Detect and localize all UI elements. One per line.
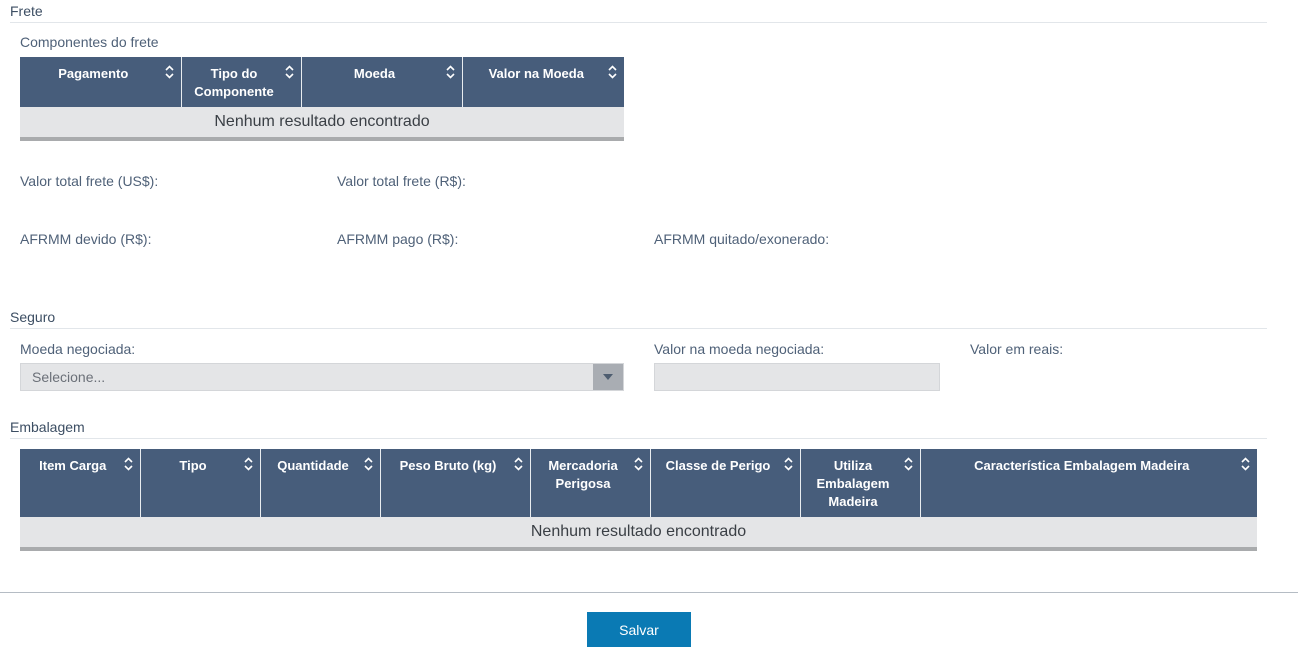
- dropdown-toggle[interactable]: [593, 364, 623, 390]
- sort-icon: [243, 457, 253, 471]
- moeda-negociada-select[interactable]: Selecione...: [20, 363, 624, 391]
- valor-moeda-negociada-input[interactable]: [654, 363, 940, 391]
- valor-total-frete-brl-label: Valor total frete (R$):: [337, 173, 466, 189]
- section-title-embalagem: Embalagem: [10, 419, 85, 435]
- column-header-valor-moeda[interactable]: Valor na Moeda: [462, 57, 624, 107]
- valor-moeda-negociada-label: Valor na moeda negociada:: [654, 341, 825, 357]
- empty-results-message: Nenhum resultado encontrado: [20, 517, 1257, 551]
- valor-total-frete-usd-label: Valor total frete (US$):: [20, 173, 159, 189]
- componentes-frete-label: Componentes do frete: [20, 34, 159, 50]
- select-placeholder: Selecione...: [32, 369, 106, 385]
- caret-down-icon: [603, 374, 613, 380]
- sort-icon: [608, 65, 617, 79]
- section-divider: [10, 22, 1267, 23]
- column-header-pagamento[interactable]: Pagamento: [20, 57, 182, 107]
- section-divider: [10, 328, 1267, 329]
- empty-results-message: Nenhum resultado encontrado: [20, 107, 624, 141]
- section-divider: [10, 438, 1267, 439]
- sort-icon: [123, 457, 133, 471]
- column-header-classe-perigo[interactable]: Classe de Perigo: [650, 449, 801, 517]
- column-header-item-carga[interactable]: Item Carga: [20, 449, 141, 517]
- column-header-caracteristica-embalagem-madeira[interactable]: Característica Embalagem Madeira: [920, 449, 1257, 517]
- sort-icon: [1241, 457, 1250, 471]
- sort-icon: [903, 457, 913, 471]
- moeda-negociada-label: Moeda negociada:: [20, 341, 136, 357]
- valor-em-reais-label: Valor em reais:: [970, 341, 1064, 357]
- sort-icon: [513, 457, 523, 471]
- section-title-seguro: Seguro: [10, 309, 56, 325]
- sort-icon: [633, 457, 643, 471]
- footer-divider: [0, 592, 1298, 593]
- column-header-utiliza-embalagem-madeira[interactable]: Utiliza Embalagem Madeira: [800, 449, 921, 517]
- afrmm-pago-label: AFRMM pago (R$):: [337, 231, 459, 247]
- sort-icon: [164, 65, 174, 79]
- column-header-tipo[interactable]: Tipo: [140, 449, 261, 517]
- column-header-peso-bruto[interactable]: Peso Bruto (kg): [380, 449, 531, 517]
- afrmm-devido-label: AFRMM devido (R$):: [20, 231, 152, 247]
- sort-icon: [783, 457, 793, 471]
- afrmm-quitado-label: AFRMM quitado/exonerado:: [654, 231, 830, 247]
- embalagem-table: Item Carga Tipo Quantidade Peso Bruto (k…: [20, 449, 1257, 551]
- sort-icon: [363, 457, 373, 471]
- section-title-frete: Frete: [10, 3, 43, 19]
- column-header-quantidade[interactable]: Quantidade: [260, 449, 381, 517]
- componentes-frete-table: Pagamento Tipo do Componente Moeda Valor…: [20, 57, 624, 141]
- save-button[interactable]: Salvar: [587, 612, 691, 647]
- column-header-mercadoria-perigosa[interactable]: Mercadoria Perigosa: [530, 449, 651, 517]
- sort-icon: [445, 65, 455, 79]
- column-header-tipo-componente[interactable]: Tipo do Componente: [181, 57, 302, 107]
- column-header-moeda[interactable]: Moeda: [301, 57, 463, 107]
- sort-icon: [284, 65, 294, 79]
